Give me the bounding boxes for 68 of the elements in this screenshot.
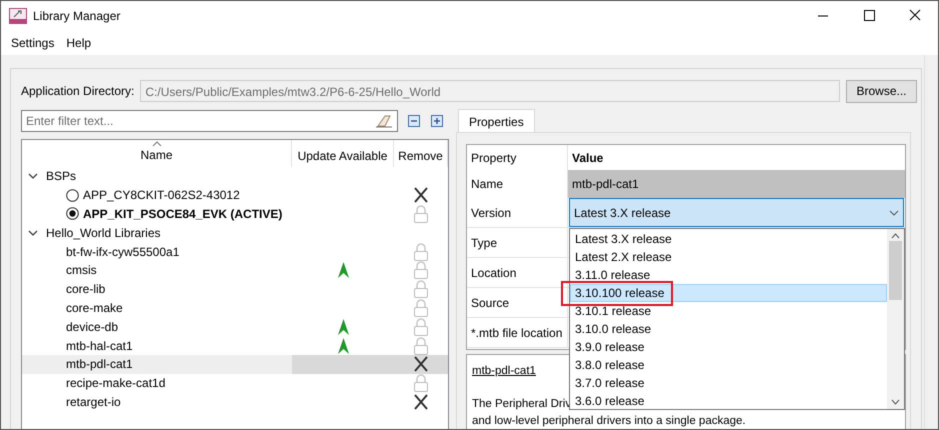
version-option[interactable]: 3.6.0 release: [570, 392, 887, 410]
version-option[interactable]: 3.10.0 release: [570, 320, 887, 338]
directory-field[interactable]: C:/Users/Public/Examples/mtw3.2/P6-6-25/Hello_World: [140, 80, 840, 102]
version-option[interactable]: Latest 3.X release: [570, 230, 887, 248]
version-option[interactable]: 3.11.0 release: [570, 266, 887, 284]
package-link[interactable]: mtb-pdl-cat1: [472, 363, 536, 380]
update-arrow-icon[interactable]: [338, 262, 348, 278]
eraser-icon[interactable]: [374, 113, 394, 129]
version-option[interactable]: 3.10.1 release: [570, 302, 887, 320]
sort-caret-icon[interactable]: [152, 141, 162, 146]
column-header[interactable]: Name: [140, 146, 172, 164]
property-value: mtb-pdl-cat1: [572, 176, 639, 193]
group-label[interactable]: BSPs: [46, 167, 76, 186]
library-name[interactable]: core-lib: [66, 280, 106, 298]
scrollbar-thumb[interactable]: [889, 241, 902, 300]
library-name[interactable]: retarget-io: [66, 392, 121, 411]
library-name[interactable]: mtb-pdl-cat1: [66, 355, 133, 374]
group-label[interactable]: Hello_World Libraries: [46, 224, 160, 242]
version-option[interactable]: 3.10.100 release: [570, 284, 887, 302]
browse-button[interactable]: Browse...: [846, 80, 917, 102]
library-name[interactable]: APP_CY8CKIT-062S2-43012: [83, 186, 240, 204]
version-option[interactable]: Latest 2.X release: [570, 248, 887, 266]
delete-icon[interactable]: [412, 186, 430, 204]
property-name: Location: [471, 264, 516, 282]
version-option[interactable]: 3.9.0 release: [570, 338, 887, 356]
column-header: Value: [572, 150, 604, 166]
collapse-all-icon[interactable]: [408, 115, 420, 127]
library-name[interactable]: recipe-make-cat1d: [66, 374, 166, 392]
property-name: Name: [471, 176, 504, 193]
expanded-chevron-icon[interactable]: [28, 228, 38, 238]
update-arrow-icon[interactable]: [338, 318, 348, 335]
library-name[interactable]: APP_KIT_PSOCE84_EVK (ACTIVE): [83, 204, 282, 223]
version-option[interactable]: 3.8.0 release: [570, 356, 887, 374]
window-title: Library Manager: [33, 8, 120, 25]
radio-selected[interactable]: [66, 207, 79, 220]
dropdown-chevron-icon[interactable]: [889, 210, 899, 216]
column-header[interactable]: Remove: [398, 147, 443, 165]
column-header[interactable]: Update Available: [298, 147, 388, 165]
library-name[interactable]: bt-fw-ifx-cyw55500a1: [66, 242, 180, 261]
selected-row-highlight[interactable]: mtb-pdl-cat1: [22, 354, 448, 374]
directory-label: Application Directory:: [21, 83, 134, 100]
library-name[interactable]: core-make: [66, 298, 123, 317]
description-text: and low-level peripheral drivers into a single package.: [472, 414, 746, 429]
property-name: Source: [471, 294, 510, 312]
radio-button[interactable]: [66, 188, 79, 202]
library-name[interactable]: device-db: [66, 318, 118, 336]
library-name[interactable]: mtb-hal-cat1: [66, 336, 133, 355]
property-name: *.mtb file location: [471, 324, 562, 342]
scroll-up-icon[interactable]: [891, 233, 900, 239]
property-name: Type: [471, 234, 498, 252]
scroll-down-icon[interactable]: [891, 399, 900, 405]
delete-icon[interactable]: [412, 392, 430, 411]
column-header: Property: [471, 150, 516, 166]
update-arrow-icon[interactable]: [338, 338, 348, 354]
version-dropdown[interactable]: Latest 3.X release: [569, 198, 904, 227]
expanded-chevron-icon[interactable]: [28, 171, 38, 182]
menu-item[interactable]: Help: [60, 34, 98, 52]
window-scrollbar[interactable]: [924, 55, 938, 429]
version-option[interactable]: 3.7.0 release: [570, 374, 887, 392]
delete-icon[interactable]: [412, 355, 430, 374]
menu-item[interactable]: Settings: [5, 34, 60, 52]
library-name[interactable]: cmsis: [66, 261, 97, 280]
scrollbar[interactable]: [887, 229, 904, 409]
property-name: Version: [471, 204, 512, 222]
expand-all-icon[interactable]: [431, 115, 443, 127]
properties-tab[interactable]: Properties: [458, 109, 535, 132]
app-icon: [9, 8, 27, 24]
filter-field[interactable]: Enter filter text...: [21, 110, 398, 132]
